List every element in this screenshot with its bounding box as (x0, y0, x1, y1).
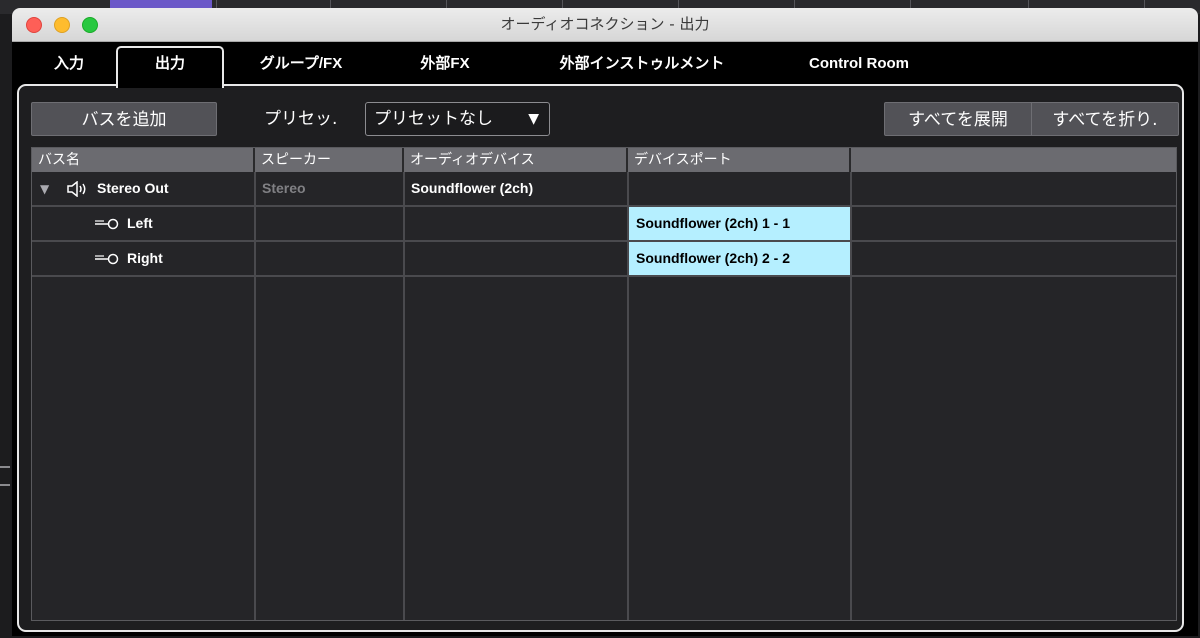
table-header: バス名 スピーカー オーディオデバイス デバイスポート (32, 148, 1176, 172)
speaker-icon (67, 181, 86, 197)
background-tick (0, 466, 10, 468)
connections-panel: バスを追加 プリセッ. プリセットなし ▼ すべてを展開 すべてを折り. バス名… (17, 84, 1184, 632)
dropdown-arrow-icon: ▼ (528, 111, 539, 127)
channel-name: Right (127, 250, 163, 266)
bus-table: バス名 スピーカー オーディオデバイス デバイスポート ▼ Stereo Out (31, 147, 1177, 621)
tab-input[interactable]: 入力 (34, 42, 104, 82)
background-tick (0, 484, 10, 486)
expand-all-button[interactable]: すべてを展開 (884, 102, 1032, 136)
column-header-speaker[interactable]: スピーカー (255, 148, 404, 172)
tab-group-fx[interactable]: グループ/FX (226, 42, 376, 82)
speaker-config[interactable]: Stereo (255, 172, 403, 205)
tab-external-instrument[interactable]: 外部インストゥルメント (522, 42, 762, 82)
plug-icon (95, 253, 119, 265)
speaker-config[interactable] (255, 242, 403, 275)
column-header-bus-name[interactable]: バス名 (32, 148, 255, 172)
expand-triangle-icon[interactable]: ▼ (40, 172, 49, 207)
tab-output[interactable]: 出力 (118, 42, 222, 82)
window-title: オーディオコネクション - 出力 (500, 15, 710, 33)
device-port[interactable]: Soundflower (2ch) 2 - 2 (629, 242, 850, 275)
plug-icon (95, 218, 119, 230)
title-bar[interactable]: オーディオコネクション - 出力 (12, 8, 1198, 42)
device-port[interactable] (628, 172, 850, 205)
tab-external-fx[interactable]: 外部FX (390, 42, 500, 82)
column-header-audio-device[interactable]: オーディオデバイス (404, 148, 628, 172)
audio-device[interactable]: Soundflower (2ch) (404, 172, 627, 205)
bus-name: Stereo Out (97, 180, 169, 196)
collapse-all-button[interactable]: すべてを折り. (1031, 102, 1179, 136)
tab-control-room[interactable]: Control Room (782, 42, 936, 82)
preset-value: プリセットなし (374, 109, 493, 129)
audio-device[interactable] (404, 207, 627, 240)
preset-label: プリセッ. (264, 109, 338, 129)
column-header-device-port[interactable]: デバイスポート (628, 148, 851, 172)
speaker-config[interactable] (255, 207, 403, 240)
channel-name: Left (127, 215, 153, 231)
device-port[interactable]: Soundflower (2ch) 1 - 1 (629, 207, 850, 240)
table-row[interactable]: Right Soundflower (2ch) 2 - 2 (32, 242, 1176, 277)
table-row[interactable]: ▼ Stereo Out Stereo Soundflower (2ch) (32, 172, 1176, 207)
preset-dropdown[interactable]: プリセットなし ▼ (365, 102, 550, 136)
column-header-empty (851, 148, 1176, 172)
audio-device[interactable] (404, 242, 627, 275)
audio-connections-window: オーディオコネクション - 出力 入力 出力 グループ/FX 外部FX 外部イン… (12, 8, 1198, 636)
add-bus-button[interactable]: バスを追加 (31, 102, 217, 136)
table-row[interactable]: Left Soundflower (2ch) 1 - 1 (32, 207, 1176, 242)
